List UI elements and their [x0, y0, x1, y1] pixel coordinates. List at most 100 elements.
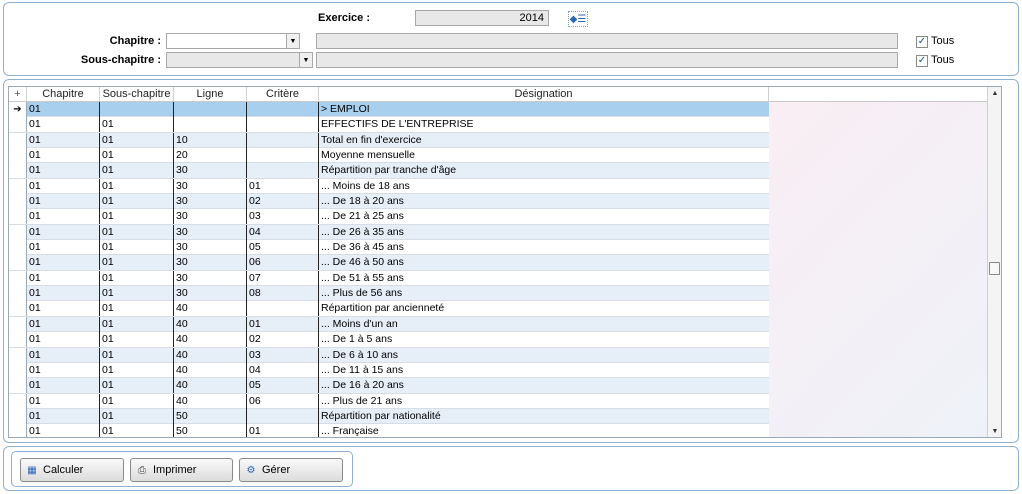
- exercice-picker-icon[interactable]: ◆☰: [568, 11, 588, 27]
- cell-chapitre[interactable]: 01: [27, 378, 100, 394]
- row-indicator[interactable]: [9, 209, 27, 225]
- cell-critere[interactable]: 01: [247, 178, 319, 194]
- column-header-ligne[interactable]: Ligne: [174, 87, 247, 102]
- cell-critere[interactable]: 06: [247, 393, 319, 409]
- row-indicator[interactable]: [9, 301, 27, 317]
- cell-ligne[interactable]: 50: [174, 424, 247, 437]
- row-indicator[interactable]: [9, 362, 27, 378]
- table-row[interactable]: 01 01 30 Répartition par tranche d'âge: [9, 163, 769, 179]
- cell-designation[interactable]: ... De 21 à 25 ans: [319, 209, 769, 224]
- row-indicator[interactable]: [9, 163, 27, 179]
- cell-sous-chapitre[interactable]: 01: [100, 194, 174, 210]
- cell-chapitre[interactable]: 01: [27, 332, 100, 348]
- cell-sous-chapitre[interactable]: 01: [100, 255, 174, 271]
- cell-sous-chapitre[interactable]: 01: [100, 117, 174, 133]
- scroll-up-icon[interactable]: ▲: [988, 87, 1001, 101]
- cell-critere[interactable]: [247, 301, 319, 317]
- row-indicator[interactable]: [9, 178, 27, 194]
- cell-designation[interactable]: ... Moins de 18 ans: [319, 179, 769, 194]
- cell-critere[interactable]: 05: [247, 378, 319, 394]
- table-row[interactable]: 01 01 40 02... De 1 à 5 ans: [9, 332, 769, 348]
- cell-chapitre[interactable]: 01: [27, 362, 100, 378]
- cell-critere[interactable]: 07: [247, 270, 319, 286]
- cell-ligne[interactable]: 40: [174, 316, 247, 332]
- table-row[interactable]: 01 01 40 01... Moins d'un an: [9, 316, 769, 333]
- cell-designation[interactable]: ... De 36 à 45 ans: [319, 240, 769, 255]
- cell-sous-chapitre[interactable]: 01: [100, 286, 174, 302]
- cell-designation[interactable]: Répartition par tranche d'âge: [319, 163, 769, 178]
- row-indicator[interactable]: [9, 393, 27, 409]
- row-indicator[interactable]: [9, 424, 27, 437]
- cell-designation[interactable]: ... De 16 à 20 ans: [319, 378, 769, 393]
- row-indicator[interactable]: [9, 332, 27, 348]
- cell-critere[interactable]: 01: [247, 316, 319, 332]
- cell-sous-chapitre[interactable]: 01: [100, 270, 174, 286]
- cell-sous-chapitre[interactable]: 01: [100, 224, 174, 240]
- imprimer-button[interactable]: ⎙ Imprimer: [130, 458, 233, 482]
- cell-sous-chapitre[interactable]: 01: [100, 132, 174, 148]
- cell-designation[interactable]: ... Moins d'un an: [319, 317, 769, 332]
- cell-designation[interactable]: Répartition par ancienneté: [319, 301, 769, 316]
- cell-designation[interactable]: ... De 51 à 55 ans: [319, 271, 769, 286]
- row-indicator[interactable]: [9, 347, 27, 363]
- cell-ligne[interactable]: 40: [174, 362, 247, 378]
- column-header-chapitre[interactable]: Chapitre: [27, 87, 100, 102]
- table-row[interactable]: 01 01 30 02... De 18 à 20 ans: [9, 194, 769, 210]
- cell-critere[interactable]: [247, 148, 319, 164]
- cell-critere[interactable]: 05: [247, 240, 319, 256]
- row-indicator-arrow-icon[interactable]: ➔: [9, 102, 27, 117]
- table-row[interactable]: 01 01 30 07... De 51 à 55 ans: [9, 270, 769, 287]
- cell-designation[interactable]: Répartition par nationalité: [319, 409, 769, 424]
- cell-chapitre[interactable]: 01: [27, 132, 100, 148]
- row-indicator[interactable]: [9, 286, 27, 302]
- cell-ligne[interactable]: 30: [174, 209, 247, 225]
- cell-ligne[interactable]: [174, 117, 247, 133]
- cell-chapitre[interactable]: 01: [27, 194, 100, 210]
- cell-designation[interactable]: ... De 18 à 20 ans: [319, 194, 769, 209]
- row-indicator[interactable]: [9, 316, 27, 332]
- cell-critere[interactable]: 02: [247, 332, 319, 348]
- cell-critere[interactable]: [247, 163, 319, 179]
- table-row[interactable]: 01 01 30 04... De 26 à 35 ans: [9, 224, 769, 241]
- column-header-designation[interactable]: Désignation: [319, 87, 769, 102]
- column-header-critere[interactable]: Critère: [247, 87, 319, 102]
- cell-critere[interactable]: 02: [247, 194, 319, 210]
- cell-critere[interactable]: [247, 132, 319, 148]
- chevron-down-icon[interactable]: ▼: [286, 34, 299, 48]
- chevron-down-icon[interactable]: ▼: [299, 53, 312, 67]
- cell-designation[interactable]: ... De 26 à 35 ans: [319, 225, 769, 240]
- cell-ligne[interactable]: 30: [174, 178, 247, 194]
- table-row[interactable]: 01 01 30 06... De 46 à 50 ans: [9, 255, 769, 271]
- table-row[interactable]: 01 01 20 Moyenne mensuelle: [9, 148, 769, 164]
- cell-ligne[interactable]: [174, 102, 247, 117]
- table-row[interactable]: 01 01 30 05... De 36 à 45 ans: [9, 240, 769, 256]
- cell-sous-chapitre[interactable]: [100, 102, 174, 117]
- cell-critere[interactable]: 06: [247, 255, 319, 271]
- cell-chapitre[interactable]: 01: [27, 393, 100, 409]
- cell-ligne[interactable]: 40: [174, 332, 247, 348]
- cell-chapitre[interactable]: 01: [27, 178, 100, 194]
- cell-chapitre[interactable]: 01: [27, 148, 100, 164]
- row-indicator[interactable]: [9, 378, 27, 394]
- cell-chapitre[interactable]: 01: [27, 102, 100, 117]
- cell-designation[interactable]: ... De 46 à 50 ans: [319, 255, 769, 270]
- cell-critere[interactable]: 03: [247, 347, 319, 363]
- table-row[interactable]: 01 01 40 05... De 16 à 20 ans: [9, 378, 769, 394]
- cell-sous-chapitre[interactable]: 01: [100, 332, 174, 348]
- cell-critere[interactable]: 01: [247, 424, 319, 437]
- chapitre-select[interactable]: ▼: [166, 33, 300, 49]
- row-indicator[interactable]: [9, 224, 27, 240]
- cell-ligne[interactable]: 30: [174, 255, 247, 271]
- cell-critere[interactable]: 08: [247, 286, 319, 302]
- table-row[interactable]: 01 01 30 01... Moins de 18 ans: [9, 178, 769, 195]
- cell-ligne[interactable]: 30: [174, 286, 247, 302]
- cell-ligne[interactable]: 30: [174, 270, 247, 286]
- cell-chapitre[interactable]: 01: [27, 301, 100, 317]
- cell-sous-chapitre[interactable]: 01: [100, 301, 174, 317]
- cell-sous-chapitre[interactable]: 01: [100, 178, 174, 194]
- cell-sous-chapitre[interactable]: 01: [100, 408, 174, 424]
- cell-ligne[interactable]: 40: [174, 378, 247, 394]
- exercice-field[interactable]: 2014: [415, 10, 549, 26]
- cell-chapitre[interactable]: 01: [27, 240, 100, 256]
- row-indicator[interactable]: [9, 255, 27, 271]
